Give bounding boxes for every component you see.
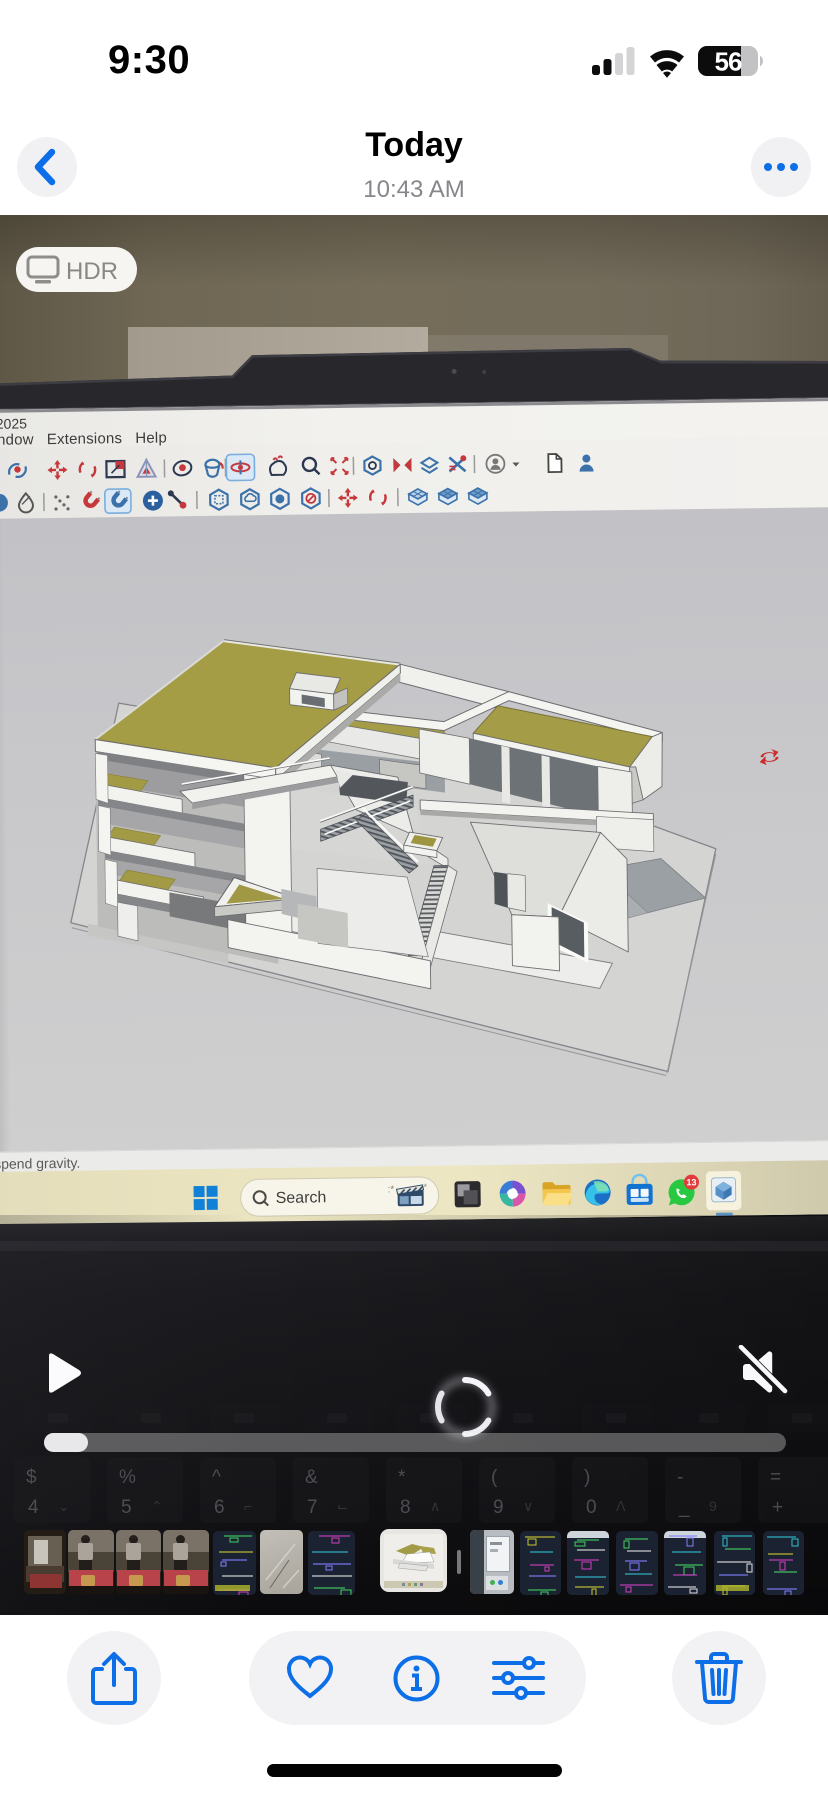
svg-text:*: * — [423, 1182, 427, 1192]
svg-text:_: _ — [678, 1497, 690, 1518]
svg-text:∧: ∧ — [430, 1498, 440, 1514]
svg-text:-: - — [677, 1467, 683, 1488]
svg-text:7: 7 — [307, 1497, 318, 1518]
svg-text:∨: ∨ — [523, 1498, 533, 1514]
svg-text:13: 13 — [686, 1177, 696, 1187]
svg-text:56: 56 — [715, 47, 742, 77]
svg-text:⌙: ⌙ — [337, 1498, 349, 1514]
svg-text:5: 5 — [121, 1497, 132, 1518]
svg-text:): ) — [584, 1467, 590, 1488]
svg-text:6: 6 — [214, 1497, 225, 1518]
svg-text:(: ( — [491, 1467, 498, 1488]
svg-text:+: + — [772, 1497, 783, 1518]
svg-text:9: 9 — [493, 1497, 504, 1518]
svg-text:ꓥ: ꓥ — [616, 1498, 626, 1514]
svg-text:Search: Search — [276, 1189, 327, 1207]
svg-text:8: 8 — [400, 1497, 411, 1518]
svg-text:^: ^ — [212, 1467, 221, 1488]
svg-text:%: % — [119, 1467, 136, 1488]
svg-text:*: * — [398, 1467, 406, 1488]
svg-text:⌐: ⌐ — [244, 1498, 252, 1514]
svg-text:⌄: ⌄ — [58, 1498, 70, 1514]
svg-text:0: 0 — [586, 1497, 597, 1518]
svg-text:4: 4 — [28, 1497, 39, 1518]
svg-text:&: & — [305, 1467, 318, 1488]
svg-text:=: = — [770, 1467, 781, 1488]
svg-text:9: 9 — [709, 1498, 717, 1514]
svg-text::*: :* — [387, 1184, 394, 1195]
svg-text:⌃: ⌃ — [151, 1498, 163, 1514]
svg-text:$: $ — [26, 1467, 37, 1488]
svg-text:HDR: HDR — [66, 258, 118, 285]
